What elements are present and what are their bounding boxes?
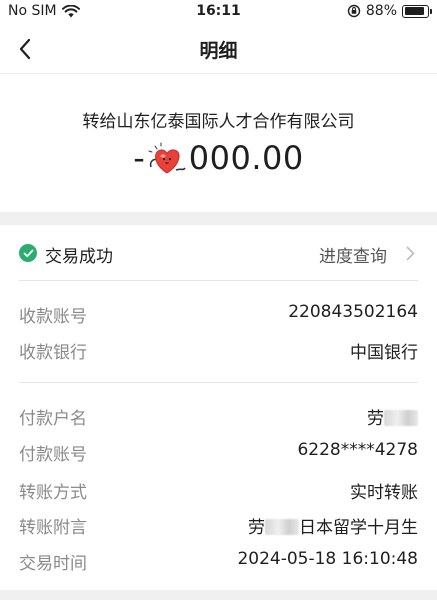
- section-separator: [0, 212, 437, 225]
- transfer-memo-value-wrap: 劳 日本留学十月生: [248, 513, 418, 538]
- status-right: 88%: [347, 3, 432, 19]
- payer-name-row: 付款户名 劳: [19, 404, 418, 432]
- transaction-time-row: 交易时间 2024-05-18 16:10:48: [19, 549, 418, 577]
- amount-value: 000.00: [188, 139, 304, 177]
- redacted-text: [265, 519, 299, 535]
- payer-account-row: 付款账号 6228****4278: [19, 440, 418, 468]
- divider: [19, 280, 418, 281]
- payee-account-label: 收款账号: [19, 307, 87, 327]
- transaction-status-row[interactable]: 交易成功 进度查询: [0, 229, 437, 279]
- status-label: 交易成功: [45, 247, 113, 267]
- payer-name-label: 付款户名: [19, 409, 87, 429]
- transaction-time-value: 2024-05-18 16:10:48: [237, 549, 418, 569]
- payer-account-value: 6228****4278: [297, 440, 418, 460]
- payee-account-value: 220843502164: [288, 302, 418, 322]
- heart-sticker-icon: [148, 142, 186, 174]
- nav-bar: 明细: [0, 24, 437, 74]
- amount-row: - 000.00: [0, 137, 437, 179]
- transfer-method-value: 实时转账: [350, 483, 418, 503]
- bottom-separator: [0, 590, 437, 600]
- transaction-time-label: 交易时间: [19, 554, 87, 574]
- transfer-summary: 转给山东亿泰国际人才合作有限公司 - 000.00: [0, 75, 437, 212]
- payer-name-value: 劳: [367, 409, 384, 429]
- transfer-memo-label: 转账附言: [19, 518, 87, 538]
- memo-suffix: 日本留学十月生: [299, 518, 418, 538]
- progress-query-link[interactable]: 进度查询: [319, 242, 387, 267]
- transfer-method-label: 转账方式: [19, 483, 87, 503]
- divider: [19, 382, 418, 383]
- orientation-lock-icon: [347, 4, 361, 18]
- redacted-text: [384, 410, 418, 426]
- payee-account-row: 收款账号 220843502164: [19, 302, 418, 330]
- battery-icon: [402, 4, 432, 18]
- payer-name-value-wrap: 劳: [367, 404, 418, 429]
- payee-bank-label: 收款银行: [19, 343, 87, 363]
- payee-name: 转给山东亿泰国际人才合作有限公司: [82, 112, 355, 132]
- payee-bank-row: 收款银行 中国银行: [19, 338, 418, 366]
- page-title: 明细: [199, 40, 238, 62]
- battery-fill: [404, 7, 424, 15]
- transfer-memo-row: 转账附言 劳 日本留学十月生: [19, 513, 418, 541]
- memo-prefix: 劳: [248, 518, 265, 538]
- success-check-icon: [19, 244, 37, 262]
- transfer-method-row: 转账方式 实时转账: [19, 478, 418, 506]
- chevron-right-icon: [406, 246, 415, 261]
- payee-bank-value: 中国银行: [350, 343, 418, 363]
- battery-percent: 88%: [365, 3, 397, 19]
- payer-account-label: 付款账号: [19, 445, 87, 465]
- status-bar: No SIM 16:11 88%: [0, 0, 437, 24]
